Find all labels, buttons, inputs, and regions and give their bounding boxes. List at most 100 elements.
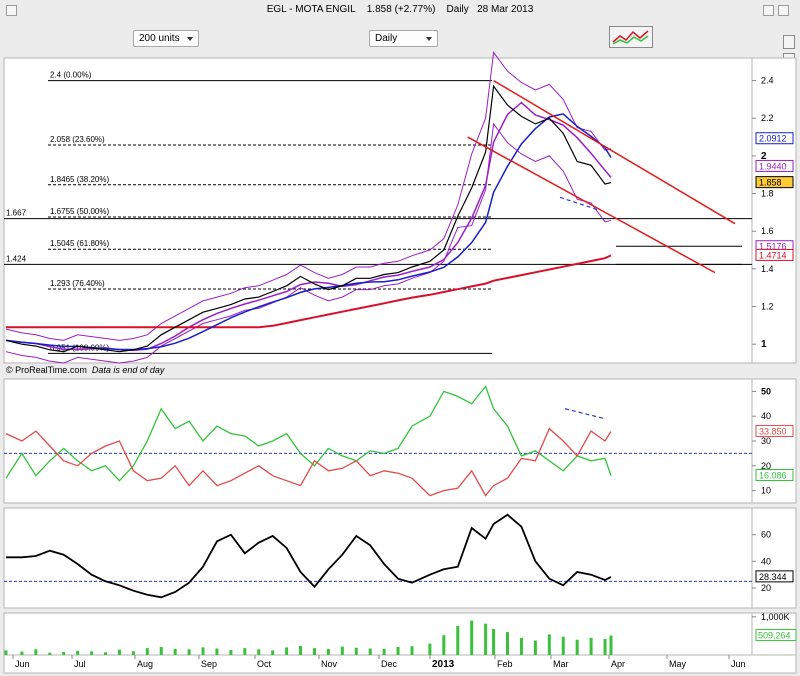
bollinger-upper: [5, 51, 612, 341]
chart-settings-button[interactable]: [609, 26, 653, 48]
x-tick-label: May: [669, 659, 687, 669]
volume-bar: [257, 649, 261, 655]
volume-bar: [492, 629, 496, 655]
divergence-line: [559, 196, 601, 212]
y-tick-label: 2.4: [761, 76, 774, 86]
wrench-icon[interactable]: [46, 512, 55, 521]
y-tick-label: 1.2: [761, 302, 774, 312]
volume-bar: [215, 648, 219, 655]
value-flag-label: 509,264: [758, 631, 791, 641]
volume-bar: [340, 646, 344, 655]
volume-bar: [609, 635, 613, 655]
volume-bar: [428, 643, 432, 655]
axis-frame-3: [751, 612, 797, 656]
panel-frame-3: [3, 612, 753, 656]
dmi-divergence-line: [564, 408, 606, 420]
volume-bar: [90, 651, 94, 655]
period-label: Daily: [446, 4, 469, 15]
close-icon[interactable]: [59, 62, 68, 71]
value-flag: [755, 424, 794, 437]
x-tick-label: Oct: [257, 659, 272, 669]
chevron-down-icon: [426, 37, 432, 41]
channel-upper-line: [493, 79, 736, 225]
fib-label: 2.058 (23.60%): [50, 135, 105, 144]
volume-bar: [456, 625, 460, 655]
bollinger-middle: [5, 101, 612, 352]
volume-bar: [173, 648, 177, 655]
dmi-series-DI-: [5, 427, 612, 497]
x-tick-label: Dec: [381, 659, 398, 669]
y-tick-label: 10: [761, 486, 771, 496]
price-change: (+2.77%): [394, 4, 436, 15]
add-indicator-icon[interactable]: +: [72, 62, 81, 71]
panel-frame-0: [3, 57, 753, 364]
value-flag-label: 1.4714: [759, 250, 787, 260]
close-icon[interactable]: [143, 383, 152, 392]
volume-bar: [131, 651, 135, 655]
axis-frame-1: [751, 378, 797, 504]
x-tick-label: Jun: [15, 659, 30, 669]
window-icon[interactable]: [53, 617, 62, 626]
value-flag: [755, 159, 794, 172]
window-icon[interactable]: [130, 383, 139, 392]
volume-bar: [229, 650, 233, 655]
remove-indicator-icon[interactable]: +: [85, 62, 94, 71]
units-select[interactable]: 200 units: [133, 30, 199, 47]
y-tick-label: 1.8: [761, 189, 774, 199]
side-arrow-icon[interactable]: [783, 53, 795, 67]
interval-select-value: Daily: [375, 33, 398, 44]
window-icon[interactable]: [59, 512, 68, 521]
value-flag: [755, 176, 794, 189]
minimize-icon[interactable]: [763, 5, 774, 16]
x-tick-label: Aug: [137, 659, 153, 669]
volume-bar: [299, 645, 303, 655]
y-tick-label: 30: [761, 436, 771, 446]
side-arrow-icon[interactable]: [783, 35, 795, 49]
dmi-series-DI+: [5, 385, 612, 482]
volume-bar: [396, 646, 400, 655]
close-window-icon[interactable]: [778, 5, 789, 16]
y-tick-label: 1: [761, 339, 767, 350]
volume-bar: [561, 636, 565, 655]
fib-label: 2.4 (0.00%): [50, 71, 92, 80]
volume-bar: [312, 648, 316, 655]
dmi-panel-title: Directional movement (13): [5, 382, 111, 392]
volume-bar: [48, 652, 52, 655]
y-tick-label: 20: [761, 461, 771, 471]
y-tick-label: 20: [761, 583, 771, 593]
window-menu-icon[interactable]: [6, 5, 17, 16]
interval-select[interactable]: Daily: [369, 30, 438, 47]
chevron-down-icon: [187, 37, 193, 41]
adx-panel-title: ADX (8): [5, 511, 38, 521]
volume-bar: [519, 637, 523, 655]
value-flag: [755, 629, 797, 642]
value-flag-label: 1.858: [759, 178, 782, 188]
fib-label: 1.5045 (61.80%): [50, 239, 109, 248]
volume-bar: [187, 649, 191, 655]
x-tick-label: Nov: [321, 659, 338, 669]
window-icon[interactable]: [46, 62, 55, 71]
value-flag-label: 33.850: [759, 426, 787, 436]
wrench-icon[interactable]: [40, 617, 49, 626]
units-select-value: 200 units: [139, 33, 180, 44]
volume-bar: [20, 651, 24, 655]
volume-bar: [470, 620, 474, 655]
value-flag: [755, 248, 794, 261]
volume-bar: [603, 638, 607, 655]
wrench-icon[interactable]: [117, 383, 126, 392]
bollinger-lower: [5, 122, 612, 364]
close-icon[interactable]: [72, 512, 81, 521]
wrench-icon[interactable]: [33, 62, 42, 71]
axis-frame-2: [751, 507, 797, 609]
x-tick-label: 2013: [432, 659, 455, 670]
value-flag-label: 16.086: [759, 471, 787, 481]
close-icon[interactable]: [66, 617, 75, 626]
volume-bar: [533, 640, 537, 655]
volume-bar: [271, 650, 275, 655]
volume-bar: [285, 647, 289, 655]
y-tick-label: 60: [761, 530, 771, 540]
volume-panel-title: Volume: [5, 616, 36, 626]
volume-bar: [575, 639, 579, 655]
last-price: 1.858: [366, 4, 392, 15]
time-axis-frame: [3, 654, 797, 674]
